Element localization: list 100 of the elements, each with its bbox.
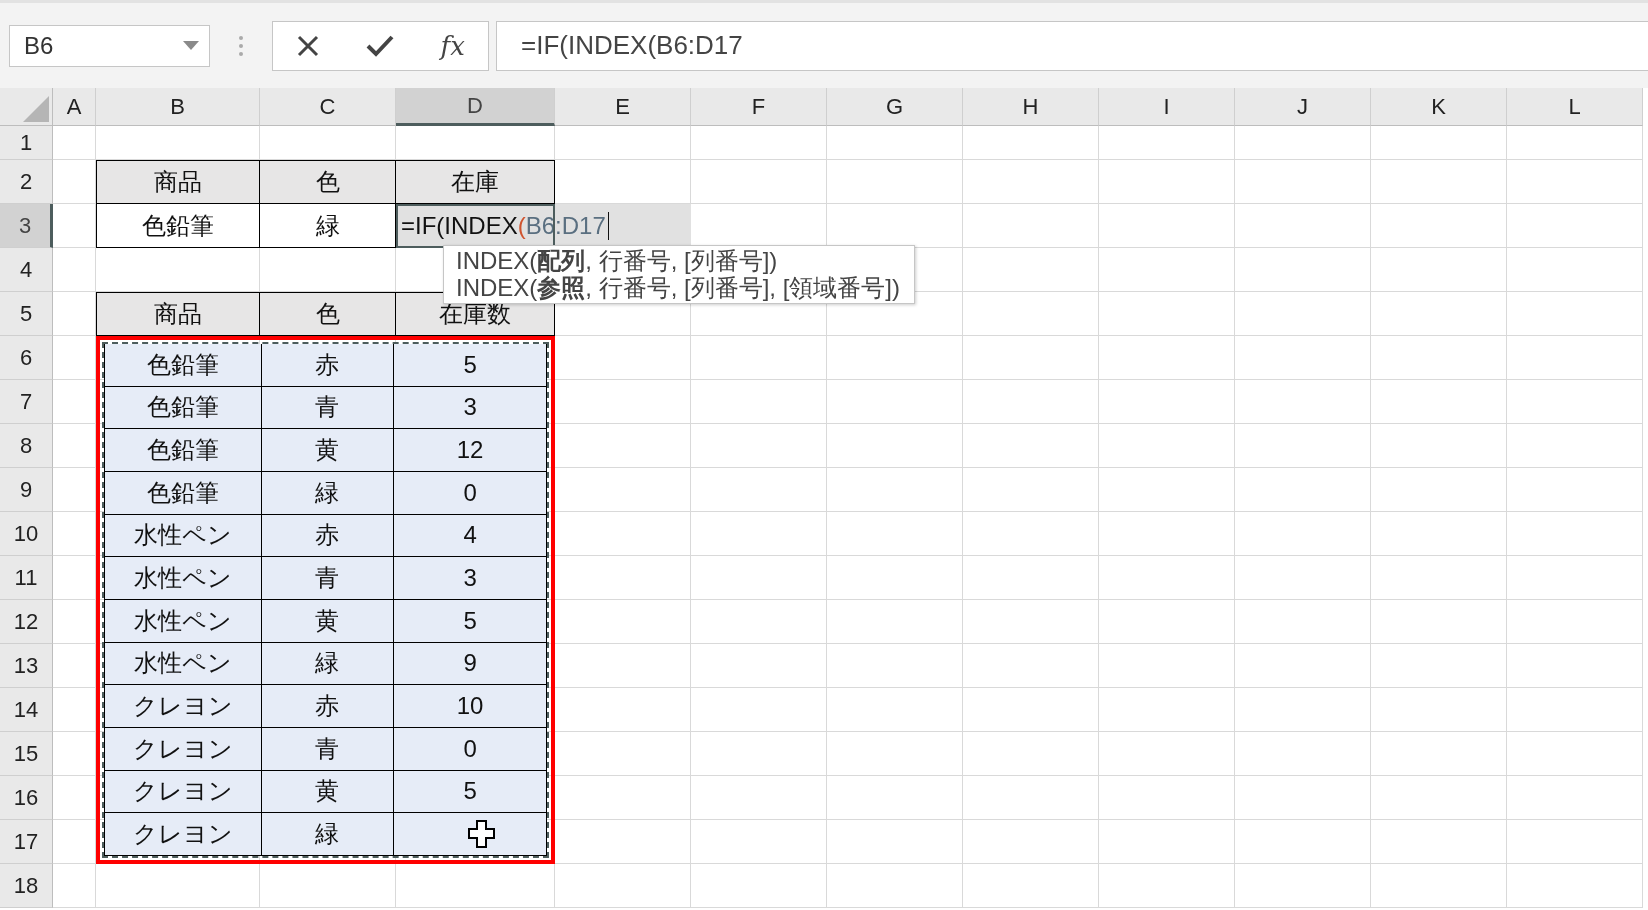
empty-cell[interactable] — [691, 468, 827, 512]
empty-cell[interactable] — [963, 204, 1099, 248]
empty-cell[interactable] — [1099, 688, 1235, 732]
empty-cell[interactable] — [827, 644, 963, 688]
empty-cell[interactable] — [963, 644, 1099, 688]
empty-cell[interactable] — [1507, 248, 1643, 292]
empty-cell[interactable] — [1099, 512, 1235, 556]
empty-cell[interactable] — [396, 864, 555, 908]
empty-cell[interactable] — [1371, 600, 1507, 644]
empty-cell[interactable] — [1371, 380, 1507, 424]
empty-cell[interactable] — [1507, 292, 1643, 336]
empty-cell[interactable] — [1371, 820, 1507, 864]
empty-cell[interactable] — [827, 732, 963, 776]
row-header[interactable]: 7 — [0, 380, 53, 424]
empty-cell[interactable] — [1099, 248, 1235, 292]
empty-cell[interactable] — [555, 424, 691, 468]
empty-cell[interactable] — [827, 820, 963, 864]
column-header[interactable]: F — [691, 88, 827, 126]
column-header[interactable]: G — [827, 88, 963, 126]
empty-cell[interactable] — [963, 688, 1099, 732]
empty-cell[interactable] — [827, 468, 963, 512]
empty-cell[interactable] — [827, 776, 963, 820]
row-header[interactable]: 15 — [0, 732, 53, 776]
column-header[interactable]: C — [260, 88, 396, 126]
column-header[interactable]: H — [963, 88, 1099, 126]
empty-cell[interactable] — [1099, 336, 1235, 380]
empty-cell[interactable] — [691, 160, 827, 204]
empty-cell[interactable] — [555, 600, 691, 644]
empty-cell[interactable] — [691, 864, 827, 908]
empty-cell[interactable] — [963, 380, 1099, 424]
empty-cell[interactable] — [1099, 424, 1235, 468]
empty-cell[interactable] — [1235, 424, 1371, 468]
row-header[interactable]: 1 — [0, 126, 53, 160]
empty-cell[interactable] — [963, 160, 1099, 204]
empty-cell[interactable] — [691, 380, 827, 424]
empty-cell[interactable] — [827, 864, 963, 908]
empty-cell[interactable] — [1099, 468, 1235, 512]
row-header[interactable]: 10 — [0, 512, 53, 556]
empty-cell[interactable] — [963, 336, 1099, 380]
column-header[interactable]: K — [1371, 88, 1507, 126]
empty-cell[interactable] — [1235, 556, 1371, 600]
empty-cell[interactable] — [691, 820, 827, 864]
empty-cell[interactable] — [96, 864, 260, 908]
empty-cell[interactable] — [1371, 512, 1507, 556]
row-header[interactable]: 18 — [0, 864, 53, 908]
empty-cell[interactable] — [1371, 732, 1507, 776]
empty-cell[interactable] — [555, 776, 691, 820]
empty-cell[interactable] — [963, 512, 1099, 556]
empty-cell[interactable] — [691, 688, 827, 732]
column-header[interactable]: A — [53, 88, 96, 126]
row-header[interactable]: 4 — [0, 248, 53, 292]
empty-cell[interactable] — [555, 864, 691, 908]
empty-cell[interactable] — [1099, 292, 1235, 336]
row-header[interactable]: 9 — [0, 468, 53, 512]
empty-cell[interactable] — [1235, 468, 1371, 512]
empty-cell[interactable] — [1371, 644, 1507, 688]
empty-cell[interactable] — [827, 600, 963, 644]
empty-cell[interactable] — [827, 336, 963, 380]
empty-cell[interactable] — [1099, 160, 1235, 204]
empty-cell[interactable] — [1507, 468, 1643, 512]
empty-cell[interactable] — [1235, 688, 1371, 732]
empty-cell[interactable] — [555, 644, 691, 688]
empty-cell[interactable] — [555, 556, 691, 600]
empty-cell[interactable] — [1507, 336, 1643, 380]
name-box[interactable]: B6 — [9, 24, 210, 67]
empty-cell[interactable] — [1371, 688, 1507, 732]
row-header[interactable]: 13 — [0, 644, 53, 688]
empty-cell[interactable] — [1507, 688, 1643, 732]
empty-cell[interactable] — [1507, 556, 1643, 600]
empty-cell[interactable] — [1507, 424, 1643, 468]
empty-cell[interactable] — [1507, 512, 1643, 556]
empty-cell[interactable] — [1099, 204, 1235, 248]
empty-cell[interactable] — [1507, 820, 1643, 864]
empty-cell[interactable] — [963, 732, 1099, 776]
empty-cell[interactable] — [1371, 556, 1507, 600]
empty-cell[interactable] — [555, 380, 691, 424]
empty-cell[interactable] — [1099, 864, 1235, 908]
select-all-icon[interactable] — [23, 96, 49, 122]
empty-cell[interactable] — [1099, 644, 1235, 688]
empty-cell[interactable] — [827, 424, 963, 468]
empty-cell[interactable] — [1235, 644, 1371, 688]
empty-cell[interactable] — [1235, 204, 1371, 248]
empty-cell[interactable] — [1099, 380, 1235, 424]
empty-cell[interactable] — [555, 688, 691, 732]
empty-cell[interactable] — [963, 864, 1099, 908]
empty-cell[interactable] — [691, 512, 827, 556]
empty-cell[interactable] — [1235, 864, 1371, 908]
empty-cell[interactable] — [691, 600, 827, 644]
column-header[interactable]: I — [1099, 88, 1235, 126]
column-header[interactable]: D — [396, 88, 555, 126]
empty-cell[interactable] — [827, 556, 963, 600]
empty-cell[interactable] — [691, 732, 827, 776]
empty-cell[interactable] — [1099, 732, 1235, 776]
row-header[interactable]: 6 — [0, 336, 53, 380]
row-header[interactable]: 17 — [0, 820, 53, 864]
empty-cell[interactable] — [1235, 732, 1371, 776]
empty-cell[interactable] — [1235, 292, 1371, 336]
empty-cell[interactable] — [1507, 600, 1643, 644]
empty-cell[interactable] — [555, 732, 691, 776]
empty-cell[interactable] — [827, 160, 963, 204]
